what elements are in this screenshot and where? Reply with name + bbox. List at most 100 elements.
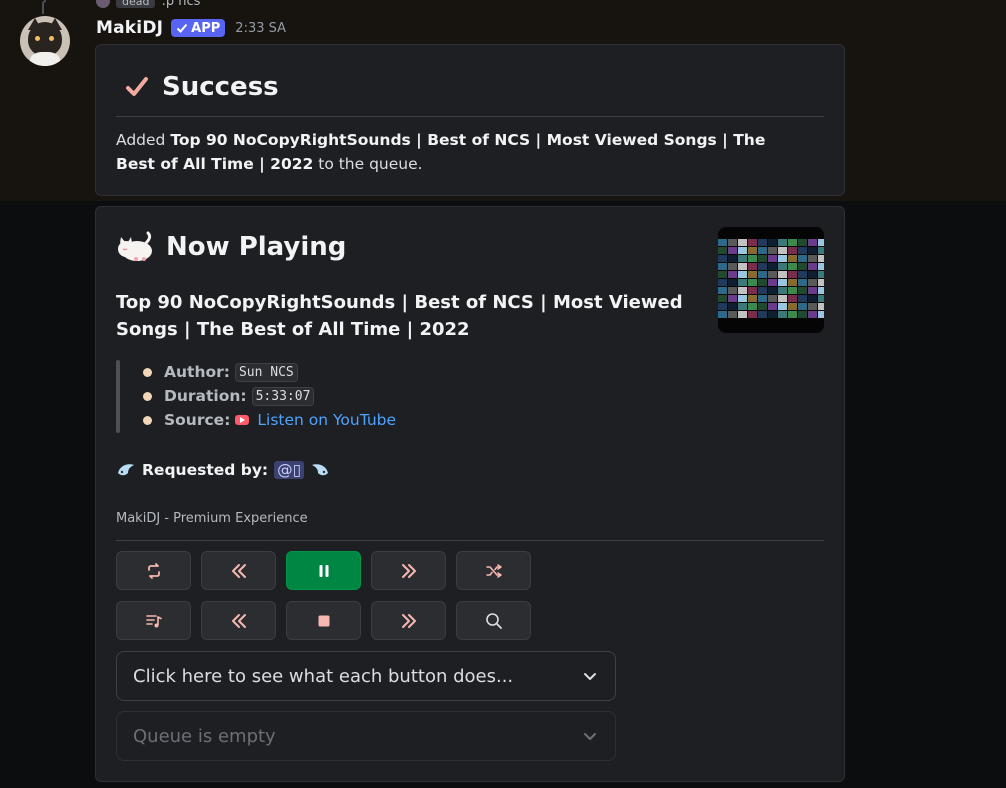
thumbnail-tile: [818, 311, 824, 318]
thumbnail-tile: [798, 287, 807, 294]
queue-select[interactable]: Queue is empty: [116, 711, 616, 761]
chevron-down-icon: [584, 673, 596, 680]
thumbnail-tile: [758, 255, 767, 262]
requested-by: Requested by: @▯: [116, 461, 330, 479]
thumbnail-tile: [818, 255, 824, 262]
loop-button[interactable]: [116, 551, 191, 590]
thumbnail-tile: [718, 303, 727, 310]
success-divider: [116, 116, 824, 117]
fast-forward-button[interactable]: [371, 551, 446, 590]
thumbnail-tile: [778, 287, 787, 294]
next-button[interactable]: [371, 601, 446, 640]
thumbnail-tile: [758, 303, 767, 310]
success-title: Success: [162, 72, 279, 102]
thumbnail-tile: [788, 255, 797, 262]
app-badge-label: APP: [191, 20, 221, 36]
thumbnail-tile: [768, 247, 777, 254]
thumbnail-tile: [818, 279, 824, 286]
thumbnail-tile: [798, 263, 807, 270]
now-playing-embed: Now Playing Top 90 NoCopyRightSounds | B…: [95, 206, 845, 782]
thumbnail-tile: [758, 263, 767, 270]
thumbnail-tile: [758, 239, 767, 246]
thumbnail-tile: [728, 239, 737, 246]
thumbnail-tile: [738, 311, 747, 318]
success-suffix: to the queue.: [313, 155, 423, 173]
reply-preview[interactable]: dead :p ncs: [96, 0, 201, 9]
thumbnail-tile: [758, 311, 767, 318]
thumbnail-tile: [758, 247, 767, 254]
success-description: Added Top 90 NoCopyRightSounds | Best of…: [116, 128, 806, 176]
shuffle-button[interactable]: [456, 551, 531, 590]
success-title-row: Success: [124, 72, 279, 102]
thumbnail-tile: [788, 295, 797, 302]
song-thumbnail[interactable]: [718, 227, 824, 333]
thumbnail-tile: [798, 247, 807, 254]
thumbnail-tile: [768, 279, 777, 286]
thumbnail-tile: [808, 295, 817, 302]
reply-avatar: [96, 0, 110, 8]
requester-mention[interactable]: @▯: [274, 461, 305, 479]
youtube-link[interactable]: Listen on YouTube: [257, 411, 396, 429]
loop-icon: [147, 562, 160, 579]
sleeping-cat-icon: [118, 231, 152, 261]
thumbnail-tile: [748, 303, 757, 310]
source-row: Source: Listen on YouTube: [143, 408, 396, 432]
author-label: Author:: [164, 363, 230, 381]
thumbnail-tile: [738, 295, 747, 302]
thumbnail-tile: [808, 287, 817, 294]
pause-button[interactable]: [286, 551, 361, 590]
author-value: Sun NCS: [234, 362, 298, 382]
thumbnail-tile: [788, 287, 797, 294]
pause-icon: [319, 564, 328, 577]
duration-label: Duration:: [164, 387, 247, 405]
thumbnail-tile: [798, 239, 807, 246]
previous-button[interactable]: [201, 601, 276, 640]
reply-spine: [42, 0, 46, 14]
stop-button[interactable]: [286, 601, 361, 640]
shuffle-icon: [485, 563, 502, 578]
thumbnail-tile: [768, 239, 777, 246]
rewind-button[interactable]: [201, 551, 276, 590]
thumbnail-tile: [798, 311, 807, 318]
song-title: Top 90 NoCopyRightSounds | Best of NCS |…: [116, 292, 683, 340]
help-select-placeholder: Click here to see what each button does.…: [133, 665, 514, 687]
queue-select-placeholder: Queue is empty: [133, 725, 276, 747]
thumbnail-tile: [758, 287, 767, 294]
chevron-down-icon: [584, 733, 596, 740]
thumbnail-tile: [818, 303, 824, 310]
thumbnail-tile: [808, 279, 817, 286]
stop-icon: [318, 615, 329, 626]
thumbnail-tile: [718, 239, 727, 246]
thumbnail-tile: [768, 255, 777, 262]
avatar[interactable]: [20, 16, 70, 66]
song-info-list: Author: Sun NCS Duration: 5:33:07 Source…: [143, 360, 396, 432]
thumbnail-tile: [718, 311, 727, 318]
thumbnail-tile: [748, 263, 757, 270]
thumbnail-tile: [818, 247, 824, 254]
thumbnail-tile: [718, 255, 727, 262]
username[interactable]: MakiDJ: [96, 18, 163, 38]
search-button[interactable]: [456, 601, 531, 640]
thumbnail-tile: [738, 239, 747, 246]
embed-footer: MakiDJ - Premium Experience: [116, 511, 308, 526]
reply-text: :p ncs: [161, 0, 201, 9]
thumbnail-tile: [808, 239, 817, 246]
cat-eye-left: [33, 34, 42, 43]
thumbnail-tile: [808, 263, 817, 270]
timestamp[interactable]: 2:33 SA: [235, 21, 286, 36]
cat-eye-right: [47, 34, 56, 43]
thumbnail-tile: [718, 287, 727, 294]
thumbnail-tile: [748, 255, 757, 262]
thumbnail-tile: [768, 271, 777, 278]
thumbnail-tile: [778, 271, 787, 278]
help-select[interactable]: Click here to see what each button does.…: [116, 651, 616, 701]
thumbnail-tile: [738, 263, 747, 270]
bullet: [143, 367, 152, 377]
bird-icon: [118, 464, 134, 476]
playlist-button[interactable]: [116, 601, 191, 640]
thumbnail-tile: [738, 287, 747, 294]
thumbnail-tile: [748, 295, 757, 302]
thumbnail-tile: [788, 263, 797, 270]
thumbnail-tile: [818, 271, 824, 278]
thumbnail-tile: [748, 247, 757, 254]
